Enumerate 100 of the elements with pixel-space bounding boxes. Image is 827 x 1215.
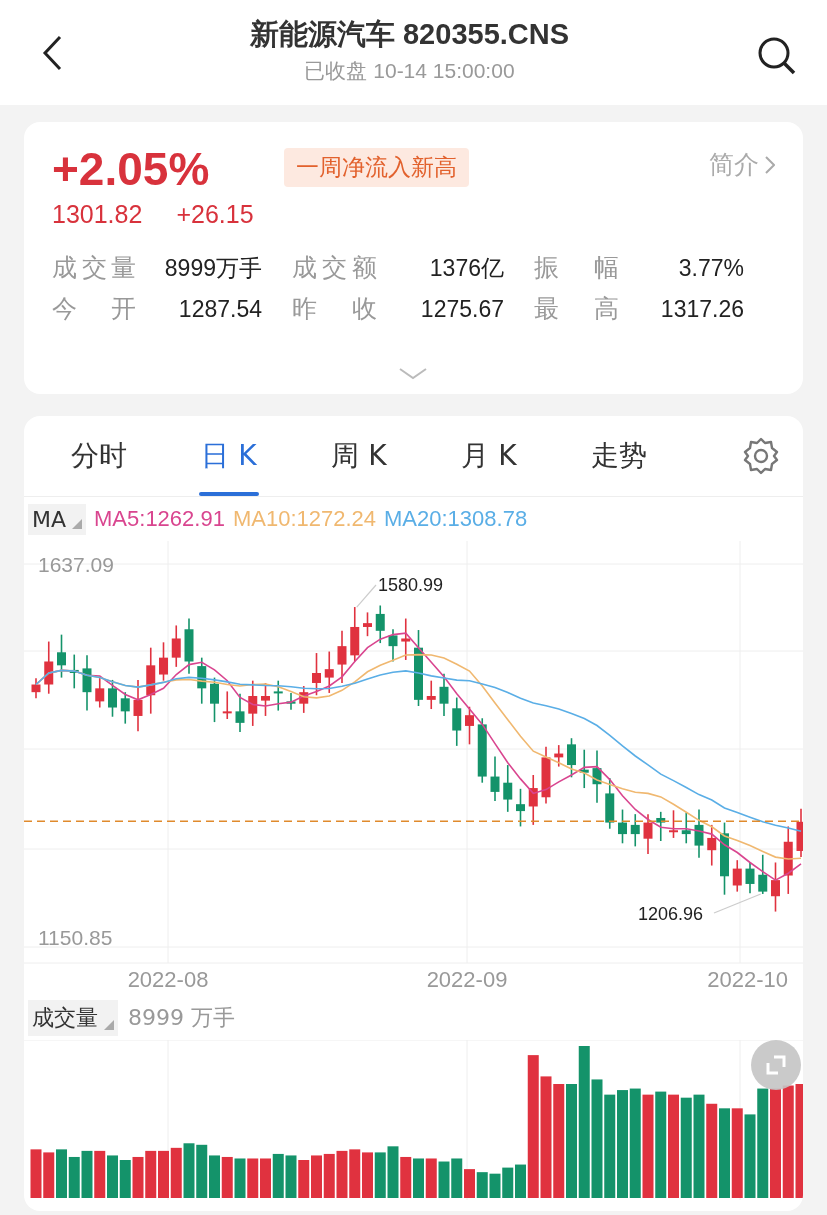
moving-average-value: MA10:1272.24 (232, 506, 376, 532)
chart-tab[interactable]: 日 K (164, 416, 294, 496)
stat-value: 1275.67 (419, 296, 504, 323)
candle (426, 679, 436, 710)
axis-max-label: 1637.09 (38, 553, 114, 576)
chart-tab[interactable]: 周 K (294, 416, 424, 496)
chart-tab[interactable]: 分时 (34, 416, 164, 496)
candle (567, 737, 576, 779)
candle (273, 679, 283, 712)
candle (579, 748, 589, 789)
candle (592, 749, 602, 804)
candle (350, 606, 360, 663)
volume-bar (68, 1156, 80, 1198)
candle (235, 692, 245, 733)
moving-average-value: MA5:1262.91 (94, 506, 225, 532)
candle (146, 646, 156, 715)
chevron-icon (765, 155, 775, 174)
candle (401, 617, 411, 661)
candle (681, 811, 691, 845)
volume-bar (132, 1156, 144, 1198)
volume-bar (107, 1155, 118, 1198)
fullscreen-icon[interactable] (751, 1040, 801, 1090)
candle (783, 825, 793, 895)
candle (95, 676, 105, 709)
candle (477, 717, 487, 784)
volume-bar (489, 1173, 501, 1198)
candle (299, 685, 309, 714)
candle (745, 861, 755, 894)
stat-label: 今开 (52, 293, 136, 325)
candle (44, 640, 54, 695)
volume-bar (43, 1152, 55, 1198)
volume-bar (400, 1156, 412, 1198)
volume-bar (425, 1158, 437, 1198)
candle (771, 861, 780, 913)
stat-value: 1287.54 (177, 296, 262, 323)
candle (108, 679, 117, 718)
volume-bar (502, 1167, 514, 1198)
date-label: 2022-10 (707, 967, 788, 992)
settings-icon[interactable] (741, 436, 781, 476)
candle (554, 744, 564, 768)
chart-tab[interactable]: 月 K (424, 416, 554, 496)
stat-label: 最高 (533, 293, 619, 325)
price-change: +26.15 (176, 200, 254, 229)
volume-bar (323, 1153, 335, 1198)
volume-bar (464, 1169, 475, 1198)
candle (694, 808, 704, 859)
candle (388, 628, 398, 663)
chart-tab[interactable]: 走势 (554, 416, 684, 496)
volume-bar (349, 1149, 361, 1198)
candle (324, 650, 334, 694)
volume-bar (30, 1149, 42, 1198)
stat-label: 成交额 (291, 252, 377, 284)
candle (656, 811, 666, 842)
leader-line (356, 584, 377, 608)
candle (528, 774, 538, 826)
candle (465, 705, 474, 746)
volume-bar (145, 1150, 157, 1198)
leader-line (713, 893, 762, 914)
volume-bar (413, 1158, 424, 1198)
stat-value: 1317.26 (659, 296, 744, 323)
high-label: 1580.99 (378, 575, 444, 595)
candle (248, 679, 258, 727)
axis-min-label: 1150.85 (38, 926, 113, 949)
indicator-selector[interactable]: MA (28, 503, 87, 535)
volume-bar (170, 1147, 182, 1198)
indicator-selector[interactable]: 成交量 (28, 1000, 118, 1036)
volume-bar (362, 1152, 373, 1198)
moving-average-value: MA20:1308.78 (384, 506, 528, 532)
candle (286, 692, 296, 711)
candle (630, 813, 640, 848)
candle (159, 641, 168, 682)
volume-bar (336, 1150, 348, 1198)
candle (120, 691, 130, 725)
last-price: 1301.82 (52, 200, 143, 229)
search-icon[interactable] (757, 35, 797, 76)
back-icon[interactable] (42, 34, 62, 71)
candle (210, 676, 219, 723)
candle (133, 679, 143, 733)
volume-bar (438, 1161, 450, 1198)
volume-bar (209, 1155, 220, 1198)
candle (375, 604, 385, 644)
volume-bar (260, 1158, 271, 1198)
change-percent: +2.05% (52, 142, 211, 196)
volume-bar (298, 1160, 310, 1198)
candle (669, 809, 678, 839)
candle (758, 854, 768, 895)
candle (171, 624, 181, 668)
volume-bar (311, 1155, 322, 1198)
volume-bar (285, 1155, 297, 1198)
volume-bar (94, 1150, 106, 1198)
volume-bar (56, 1149, 67, 1198)
candle (516, 788, 525, 828)
stat-label: 成交量 (52, 252, 136, 284)
candle (337, 630, 347, 684)
date-label: 2022-09 (426, 967, 508, 992)
candle (503, 764, 513, 813)
candle (707, 824, 717, 867)
volume-bar (81, 1150, 93, 1198)
volume-bar (158, 1150, 169, 1198)
volume-bar (119, 1160, 131, 1198)
